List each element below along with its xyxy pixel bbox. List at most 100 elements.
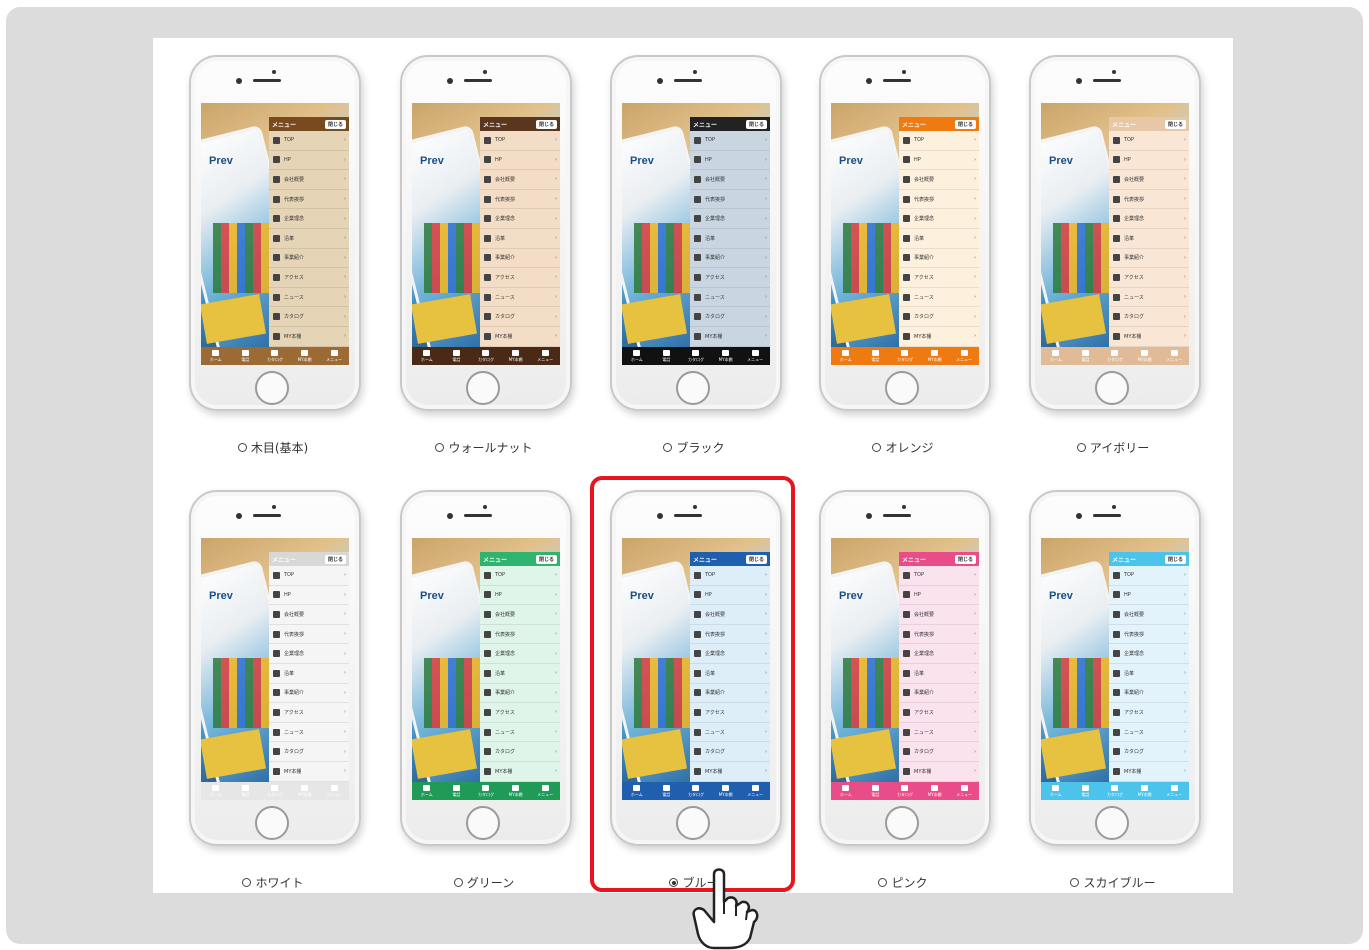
theme-radio-label[interactable]: 木目(基本) [175, 439, 371, 456]
chevron-right-icon: › [974, 274, 976, 281]
menu-item-label: 企業理念 [1124, 216, 1145, 223]
tab-bar-item: カタログ [890, 347, 920, 365]
tab-label: MY本棚 [297, 356, 312, 362]
chevron-right-icon: › [555, 274, 557, 281]
theme-option[interactable]: Prev メニュー 閉じる TOP › HP › 会社概要 › 代表挨拶 › 企… [1015, 55, 1211, 465]
theme-radio-label[interactable]: スカイブルー [1015, 874, 1211, 891]
menu-item: ニュース › [480, 288, 560, 308]
theme-option[interactable]: Prev メニュー 閉じる TOP › HP › 会社概要 › 代表挨拶 › 企… [175, 490, 371, 900]
menu-item-label: 会社概要 [1124, 176, 1145, 183]
tab-bar: ホーム 電話 カタログ MY本棚 メニュー [201, 782, 349, 800]
theme-radio-button[interactable] [878, 878, 888, 887]
tab-icon [423, 784, 431, 791]
phone-sensor [272, 70, 276, 74]
menu-header: メニュー 閉じる [269, 552, 349, 566]
menu-item-icon [273, 728, 280, 736]
theme-radio-label[interactable]: ピンク [805, 874, 1001, 891]
theme-radio-button[interactable] [1070, 878, 1080, 887]
tab-label: カタログ [687, 356, 704, 362]
theme-option[interactable]: Prev メニュー 閉じる TOP › HP › 会社概要 › 代表挨拶 › 企… [1015, 490, 1211, 900]
theme-radio-label[interactable]: ホワイト [175, 874, 371, 891]
chevron-right-icon: › [765, 333, 767, 340]
tab-icon [241, 349, 249, 356]
menu-item-icon [1113, 156, 1120, 164]
menu-title: メニュー [902, 121, 927, 129]
phone-camera [1076, 78, 1082, 84]
theme-radio-button[interactable] [435, 443, 445, 452]
tab-icon [633, 349, 641, 356]
menu-item-label: 沿革 [705, 235, 716, 242]
menu-item-label: アクセス [705, 274, 725, 281]
tab-label: カタログ [266, 791, 283, 797]
theme-radio-button[interactable] [237, 443, 247, 452]
menu-item: TOP › [899, 566, 979, 586]
tab-icon [960, 784, 968, 791]
theme-radio-button[interactable] [242, 878, 252, 887]
menu-item: 会社概要 › [480, 170, 560, 190]
tab-bar-item: メニュー [1159, 347, 1189, 365]
tab-bar-item: 電話 [861, 782, 891, 800]
menu-item: 事業紹介 › [269, 684, 349, 704]
menu-item-label: MY本棚 [284, 333, 302, 340]
menu-item: ニュース › [269, 288, 349, 308]
chevron-right-icon: › [974, 137, 976, 144]
theme-radio-button[interactable] [453, 878, 463, 887]
theme-option[interactable]: Prev メニュー 閉じる TOP › HP › 会社概要 › 代表挨拶 › 企… [805, 55, 1001, 465]
menu-item-icon [903, 650, 910, 658]
menu-item: 事業紹介 › [480, 684, 560, 704]
phone-screen: Prev メニュー 閉じる TOP › HP › 会社概要 › 代表挨拶 › 企… [1041, 538, 1189, 800]
chevron-right-icon: › [344, 254, 346, 261]
theme-radio-button[interactable] [663, 443, 673, 452]
tab-label: 電話 [241, 791, 250, 797]
theme-option[interactable]: Prev メニュー 閉じる TOP › HP › 会社概要 › 代表挨拶 › 企… [805, 490, 1001, 900]
theme-radio-label[interactable]: アイボリー [1015, 439, 1211, 456]
app-icons-graphic [424, 223, 482, 293]
theme-radio-button[interactable] [872, 443, 882, 452]
menu-item-label: アクセス [914, 274, 934, 281]
tab-bar-item: メニュー [319, 782, 349, 800]
menu-item-label: 沿革 [495, 670, 506, 677]
side-menu: メニュー 閉じる TOP › HP › 会社概要 › 代表挨拶 › 企業理念 ›… [1109, 552, 1189, 782]
phone-home-button [676, 371, 710, 405]
theme-option[interactable]: Prev メニュー 閉じる TOP › HP › 会社概要 › 代表挨拶 › 企… [386, 55, 582, 465]
menu-item-icon [1113, 650, 1120, 658]
menu-item: 企業理念 › [1109, 644, 1189, 664]
theme-radio-button[interactable] [1076, 443, 1086, 452]
menu-item-icon [484, 273, 491, 281]
menu-item-icon [273, 767, 280, 775]
phone-home-button [1095, 806, 1129, 840]
theme-radio-label[interactable]: グリーン [386, 874, 582, 891]
tab-icon [722, 349, 730, 356]
theme-radio-label[interactable]: ウォールナット [386, 439, 582, 456]
theme-option[interactable]: Prev メニュー 閉じる TOP › HP › 会社概要 › 代表挨拶 › 企… [596, 55, 792, 465]
chevron-right-icon: › [974, 156, 976, 163]
theme-option[interactable]: Prev メニュー 閉じる TOP › HP › 会社概要 › 代表挨拶 › 企… [386, 490, 582, 900]
tab-label: MY本棚 [1137, 791, 1152, 797]
phone-camera [447, 513, 453, 519]
menu-item-label: MY本棚 [495, 333, 513, 340]
tab-label: ホーム [1049, 356, 1062, 362]
menu-item-label: 事業紹介 [495, 690, 516, 697]
tab-bar-item: 電話 [231, 347, 261, 365]
theme-radio-label[interactable]: オレンジ [805, 439, 1001, 456]
menu-close-button: 閉じる [954, 119, 976, 129]
tab-icon [1052, 349, 1060, 356]
theme-option[interactable]: Prev メニュー 閉じる TOP › HP › 会社概要 › 代表挨拶 › 企… [175, 55, 371, 465]
menu-item-label: 会社概要 [705, 176, 726, 183]
tab-icon [301, 784, 309, 791]
menu-item-label: カタログ [914, 314, 935, 321]
tab-label: メニュー [537, 791, 554, 797]
tab-icon [452, 349, 460, 356]
tab-bar-item: ホーム [412, 347, 442, 365]
menu-item-label: TOP [914, 572, 925, 579]
menu-item-icon [273, 175, 280, 183]
tab-icon [301, 349, 309, 356]
menu-close-button: 閉じる [535, 119, 557, 129]
menu-item-icon [484, 313, 491, 321]
tab-bar-item: 電話 [861, 347, 891, 365]
tab-bar-item: カタログ [471, 347, 501, 365]
app-icons-graphic [213, 223, 271, 293]
menu-item: HP › [480, 151, 560, 171]
theme-radio-label[interactable]: ブラック [596, 439, 792, 456]
tab-label: ホーム [420, 356, 433, 362]
